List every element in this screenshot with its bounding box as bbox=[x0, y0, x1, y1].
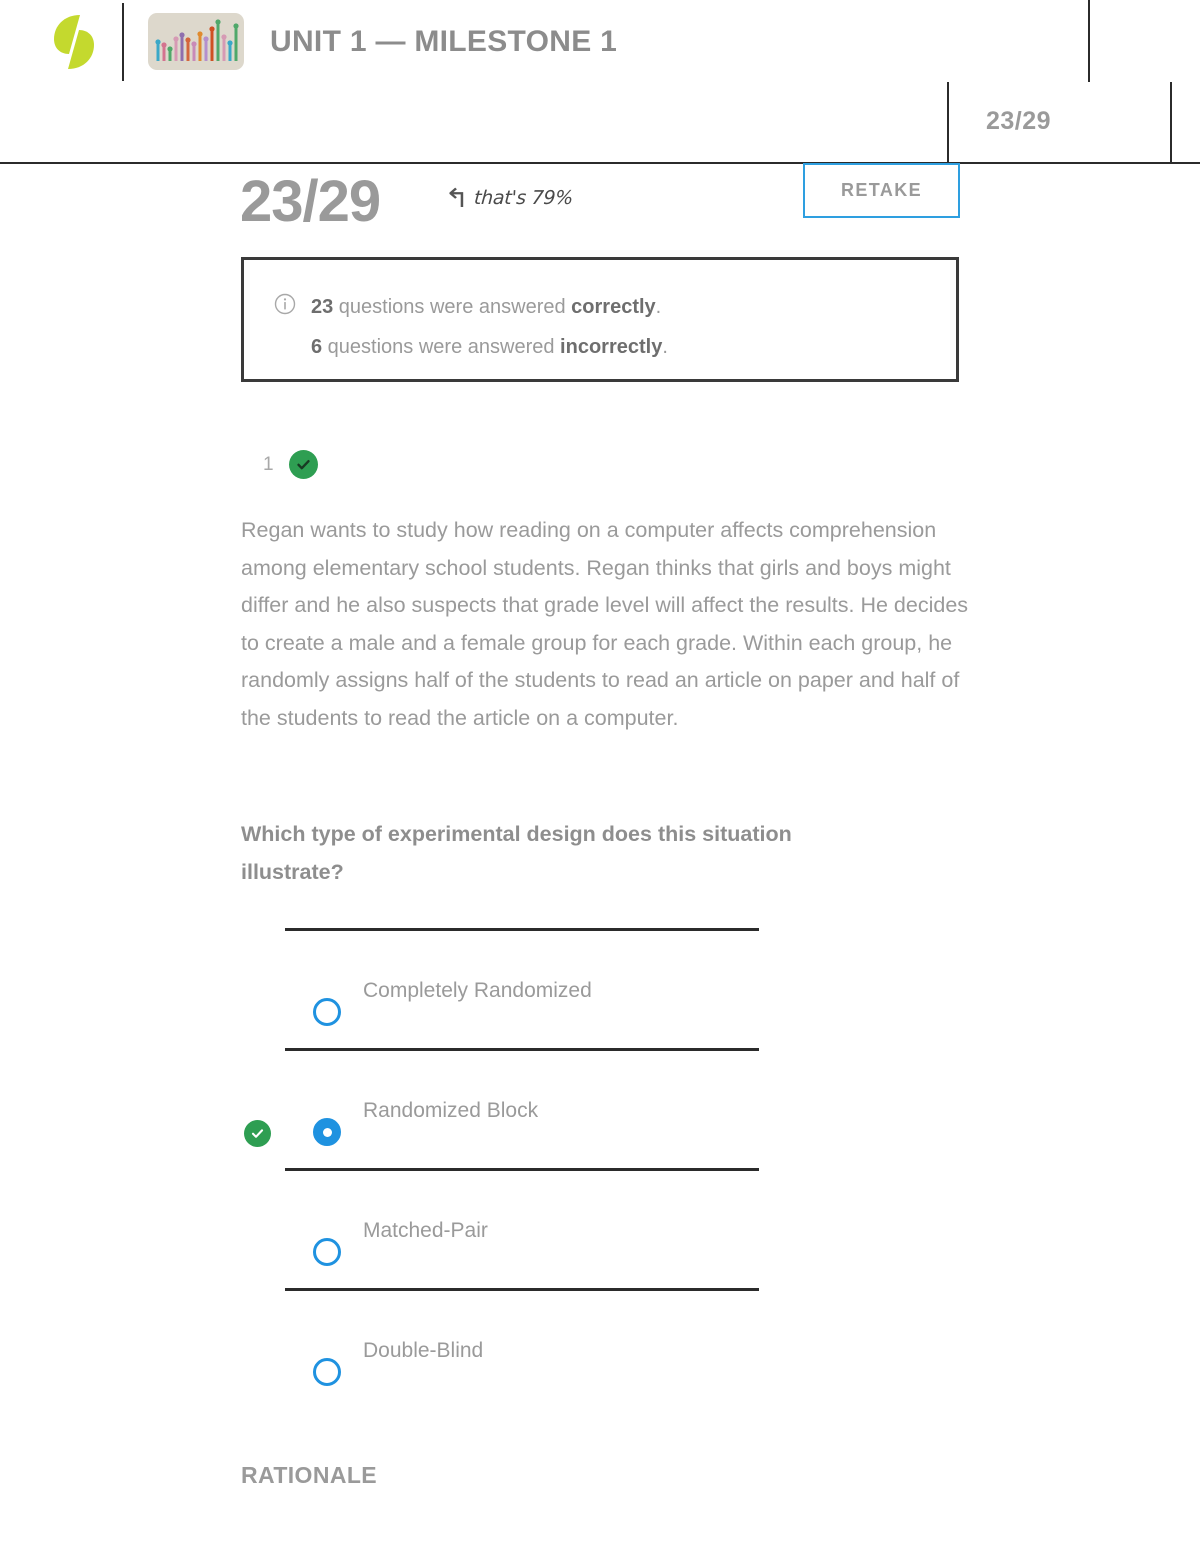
info-icon bbox=[274, 293, 296, 315]
option-radio-2[interactable] bbox=[313, 1118, 341, 1146]
correct-summary-line: 23 questions were answered correctly. bbox=[311, 287, 668, 327]
answer-option[interactable]: Matched-Pair bbox=[241, 1168, 971, 1288]
question-number: 1 bbox=[263, 453, 274, 475]
answer-option[interactable]: Randomized Block bbox=[241, 1048, 971, 1168]
score-annotation: ↰ that's 79% bbox=[444, 183, 574, 213]
header-divider-right-upper bbox=[1088, 0, 1090, 82]
incorrect-end: . bbox=[662, 336, 668, 358]
option-label[interactable]: Double-Blind bbox=[363, 1339, 483, 1363]
results-summary-box: 23 questions were answered correctly. 6 … bbox=[241, 257, 959, 382]
correct-count: 23 bbox=[311, 296, 334, 318]
answer-option[interactable]: Completely Randomized bbox=[241, 928, 971, 1048]
header-score-box: 23/29 bbox=[947, 82, 1172, 163]
score-summary-row: 23/29 ↰ that's 79% RETAKE bbox=[0, 163, 1200, 258]
option-correct-check-icon bbox=[244, 1120, 271, 1147]
option-label[interactable]: Completely Randomized bbox=[363, 979, 592, 1003]
incorrect-mid: questions were answered bbox=[322, 336, 561, 358]
correct-emphasis: correctly bbox=[571, 296, 656, 318]
header-divider-left bbox=[122, 3, 124, 81]
incorrect-emphasis: incorrectly bbox=[560, 336, 663, 358]
option-divider bbox=[285, 928, 759, 931]
option-radio-3[interactable] bbox=[313, 1238, 341, 1266]
overall-score: 23/29 bbox=[240, 169, 381, 234]
question-header: 1 bbox=[241, 450, 318, 479]
sophia-logo[interactable] bbox=[50, 13, 98, 71]
header-score-value: 23/29 bbox=[986, 107, 1052, 135]
option-divider bbox=[285, 1048, 759, 1051]
option-divider bbox=[285, 1168, 759, 1171]
results-summary-lines: 23 questions were answered correctly. 6 … bbox=[311, 287, 668, 367]
question-prompt: Which type of experimental design does t… bbox=[241, 822, 792, 884]
answer-options: Completely Randomized Randomized Block Mat… bbox=[241, 928, 971, 1408]
check-icon bbox=[289, 450, 318, 479]
answer-option[interactable]: Double-Blind bbox=[241, 1288, 971, 1408]
option-divider bbox=[285, 1288, 759, 1291]
option-label[interactable]: Randomized Block bbox=[363, 1099, 538, 1123]
rationale-heading: RATIONALE bbox=[241, 1462, 378, 1488]
app-header: UNIT 1 — MILESTONE 1 23/29 bbox=[0, 0, 1200, 164]
incorrect-count: 6 bbox=[311, 336, 323, 358]
option-label[interactable]: Matched-Pair bbox=[363, 1219, 488, 1243]
option-radio-4[interactable] bbox=[313, 1358, 341, 1386]
page-title: UNIT 1 — MILESTONE 1 bbox=[270, 25, 618, 58]
score-annotation-text: that's 79% bbox=[473, 187, 574, 209]
curved-arrow-icon: ↰ bbox=[444, 183, 470, 213]
question-body: Regan wants to study how reading on a co… bbox=[241, 518, 969, 730]
correct-mid: questions were answered bbox=[333, 296, 572, 318]
incorrect-summary-line: 6 questions were answered incorrectly. bbox=[311, 327, 668, 367]
retake-button[interactable]: RETAKE bbox=[803, 163, 960, 218]
correct-end: . bbox=[655, 296, 662, 318]
option-radio-1[interactable] bbox=[313, 998, 341, 1026]
bar-chart-icon bbox=[148, 13, 244, 70]
